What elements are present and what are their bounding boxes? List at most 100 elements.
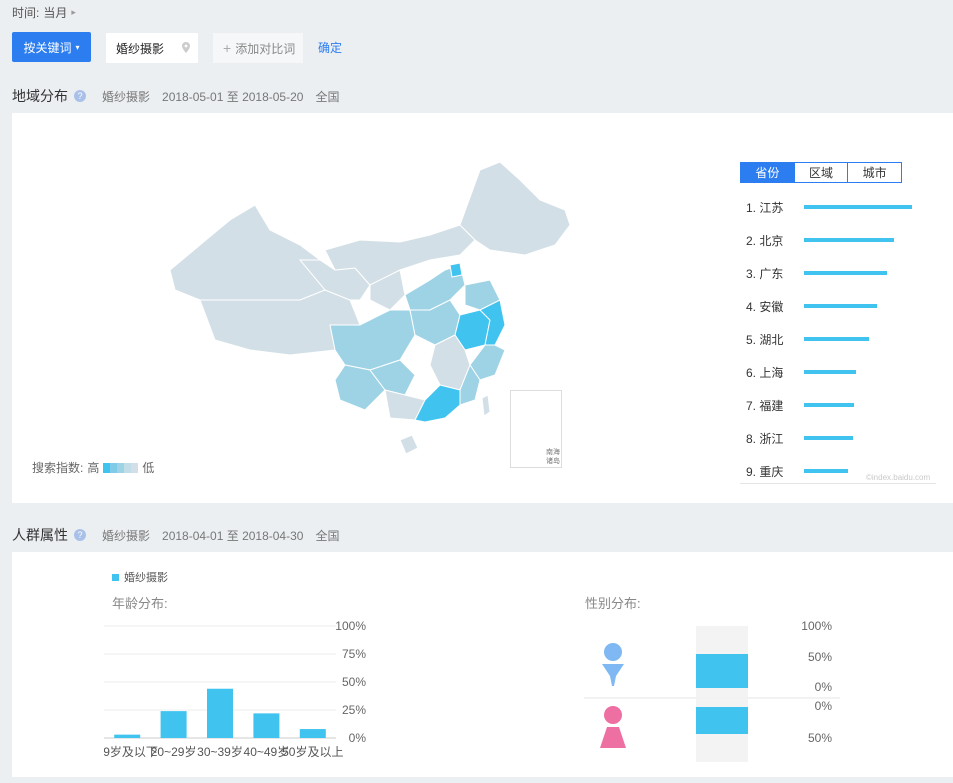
male-icon-body <box>602 664 624 686</box>
map-region-northeast[interactable] <box>459 161 571 256</box>
gender-title: 性别分布: <box>585 596 641 611</box>
time-filter[interactable]: 时间: 当月 ▸ <box>12 4 76 21</box>
tab-city[interactable]: 城市 <box>847 163 901 182</box>
crowd-header: 人群属性 ? 婚纱摄影 2018-04-01 至 2018-04-30 全国 <box>12 525 339 545</box>
keyword-input[interactable]: 婚纱摄影 <box>106 33 198 63</box>
series-legend[interactable]: 婚纱摄影 <box>112 569 168 585</box>
region-scope: 全国 <box>315 89 340 104</box>
ranking-bar <box>804 469 849 473</box>
tab-area[interactable]: 区域 <box>793 163 848 182</box>
help-icon[interactable]: ? <box>74 90 86 102</box>
y-tick-label: 50% <box>808 731 832 745</box>
ranking-label: 6. 上海 <box>746 365 784 380</box>
location-pin-icon <box>182 42 190 53</box>
time-label: 时间: <box>12 6 40 20</box>
ranking-row[interactable]: 1. 江苏 <box>746 197 936 217</box>
y-tick-label: 50% <box>808 650 832 664</box>
age-bar <box>160 711 187 738</box>
ranking-row[interactable]: 7. 福建 <box>746 395 936 415</box>
confirm-button[interactable]: 确定 <box>318 39 342 56</box>
ranking-row[interactable]: 4. 安徽 <box>746 296 936 316</box>
region-date-range: 2018-05-01 至 2018-05-20 <box>162 89 304 104</box>
ranking-bar <box>804 271 888 275</box>
ranking-bar <box>804 370 856 374</box>
ranking-bar <box>804 304 878 308</box>
ranking-row[interactable]: 5. 湖北 <box>746 329 936 349</box>
crowd-keyword: 婚纱摄影 <box>102 528 151 543</box>
ranking-row[interactable]: 3. 广东 <box>746 263 936 283</box>
age-bar <box>253 713 280 738</box>
y-tick-label: 75% <box>342 647 366 661</box>
caret-down-icon: ▾ <box>75 42 80 52</box>
y-tick-label: 25% <box>342 703 366 717</box>
ranking-bar <box>804 238 894 242</box>
age-bar <box>207 688 233 738</box>
x-tick-label: 30~39岁 <box>197 744 243 759</box>
ranking-label: 5. 湖北 <box>746 332 784 347</box>
male-icon <box>602 643 624 686</box>
ranking-bar <box>804 403 854 407</box>
age-title: 年龄分布: <box>112 596 168 611</box>
ranking-label: 4. 安徽 <box>746 299 784 314</box>
add-compare-button[interactable]: + 添加对比词 <box>213 33 303 63</box>
female-icon-head <box>604 706 622 724</box>
male-icon-head <box>604 643 622 661</box>
add-compare-label: 添加对比词 <box>235 41 296 56</box>
gender-distribution-chart: 100% 50% 0% 0% 50% <box>584 619 840 762</box>
y-tick-label: 100% <box>801 619 832 633</box>
tab-province[interactable]: 省份 <box>741 163 794 182</box>
region-title: 地域分布 <box>12 88 68 104</box>
keyword-mode-button[interactable]: 按关键词 ▾ <box>12 32 91 62</box>
help-icon[interactable]: ? <box>74 529 86 541</box>
series-legend-label: 婚纱摄影 <box>124 572 168 584</box>
x-tick-label: 20~29岁 <box>151 744 197 759</box>
ranking-label: 2. 北京 <box>746 233 784 248</box>
index-legend: 搜索指数: 高 低 <box>32 459 154 476</box>
region-tabs: 省份 区域 城市 <box>740 162 902 183</box>
map-region-taiwan[interactable] <box>481 394 491 417</box>
ranking-bar <box>804 436 853 440</box>
ranking-bar <box>804 205 912 209</box>
y-tick-label: 100% <box>335 619 366 633</box>
ranking-label: 9. 重庆 <box>746 464 784 479</box>
age-bar <box>299 729 326 738</box>
map-region-beijing[interactable] <box>449 262 463 278</box>
ranking-bar <box>804 337 869 341</box>
ranking-label: 3. 广东 <box>746 266 784 281</box>
female-bar <box>696 707 748 734</box>
ranking-divider <box>740 483 936 484</box>
keyword-mode-label: 按关键词 <box>23 40 72 55</box>
keyword-value: 婚纱摄影 <box>116 41 165 56</box>
series-swatch <box>112 573 119 581</box>
age-bar <box>114 734 141 738</box>
female-icon <box>600 706 626 748</box>
region-keyword: 婚纱摄影 <box>102 89 151 104</box>
map-region-hainan[interactable] <box>399 434 419 455</box>
ranking-row[interactable]: 6. 上海 <box>746 362 936 382</box>
map-region-xinjiang[interactable] <box>169 204 326 311</box>
ranking-label: 8. 浙江 <box>746 431 784 446</box>
legend-swatches <box>103 462 139 473</box>
inset-label: 南海 诸岛 <box>546 449 560 465</box>
y-tick-label: 0% <box>815 680 833 694</box>
region-header: 地域分布 ? 婚纱摄影 2018-05-01 至 2018-05-20 全国 <box>12 86 339 106</box>
y-tick-label: 0% <box>349 731 367 745</box>
crowd-title: 人群属性 <box>12 527 68 543</box>
male-bar <box>696 654 748 688</box>
ranking-row[interactable]: 2. 北京 <box>746 230 936 250</box>
crowd-scope: 全国 <box>315 528 340 543</box>
caret-right-icon: ▸ <box>71 7 76 17</box>
ranking-label: 7. 福建 <box>746 398 784 413</box>
y-tick-label: 50% <box>342 675 366 689</box>
legend-label: 搜索指数: <box>32 461 84 475</box>
y-tick-label: 0% <box>815 699 833 713</box>
x-tick-label: 50岁及以上 <box>282 744 343 759</box>
legend-low: 低 <box>142 461 155 475</box>
ranking-label: 1. 江苏 <box>746 200 784 215</box>
legend-high: 高 <box>87 461 100 475</box>
female-icon-body <box>600 727 626 748</box>
plus-icon: + <box>223 40 232 56</box>
time-value: 当月 <box>43 6 68 20</box>
ranking-row[interactable]: 8. 浙江 <box>746 428 936 448</box>
crowd-date-range: 2018-04-01 至 2018-04-30 <box>162 528 304 543</box>
